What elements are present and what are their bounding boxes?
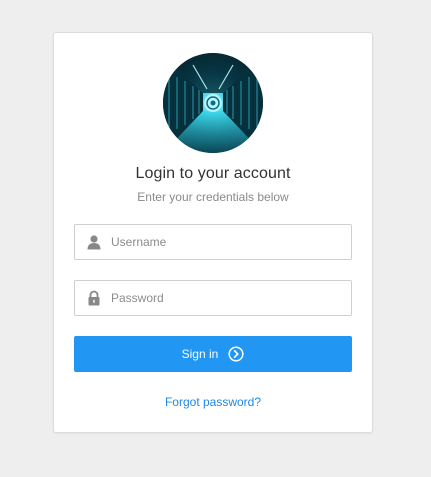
username-input[interactable] bbox=[111, 225, 343, 259]
password-field[interactable] bbox=[74, 280, 352, 316]
chevron-right-circle-icon bbox=[228, 346, 244, 362]
password-input[interactable] bbox=[111, 281, 343, 315]
page-title: Login to your account bbox=[135, 165, 291, 182]
page-subtitle: Enter your credentials below bbox=[137, 190, 289, 204]
user-icon bbox=[87, 235, 101, 250]
sign-in-label: Sign in bbox=[181, 347, 219, 361]
login-card: Login to your account Enter your credent… bbox=[53, 32, 373, 433]
username-field[interactable] bbox=[74, 224, 352, 260]
sign-in-button[interactable]: Sign in bbox=[74, 336, 352, 372]
lock-icon bbox=[88, 290, 100, 306]
server-room-avatar bbox=[163, 53, 263, 153]
forgot-password-link[interactable]: Forgot password? bbox=[54, 395, 372, 409]
